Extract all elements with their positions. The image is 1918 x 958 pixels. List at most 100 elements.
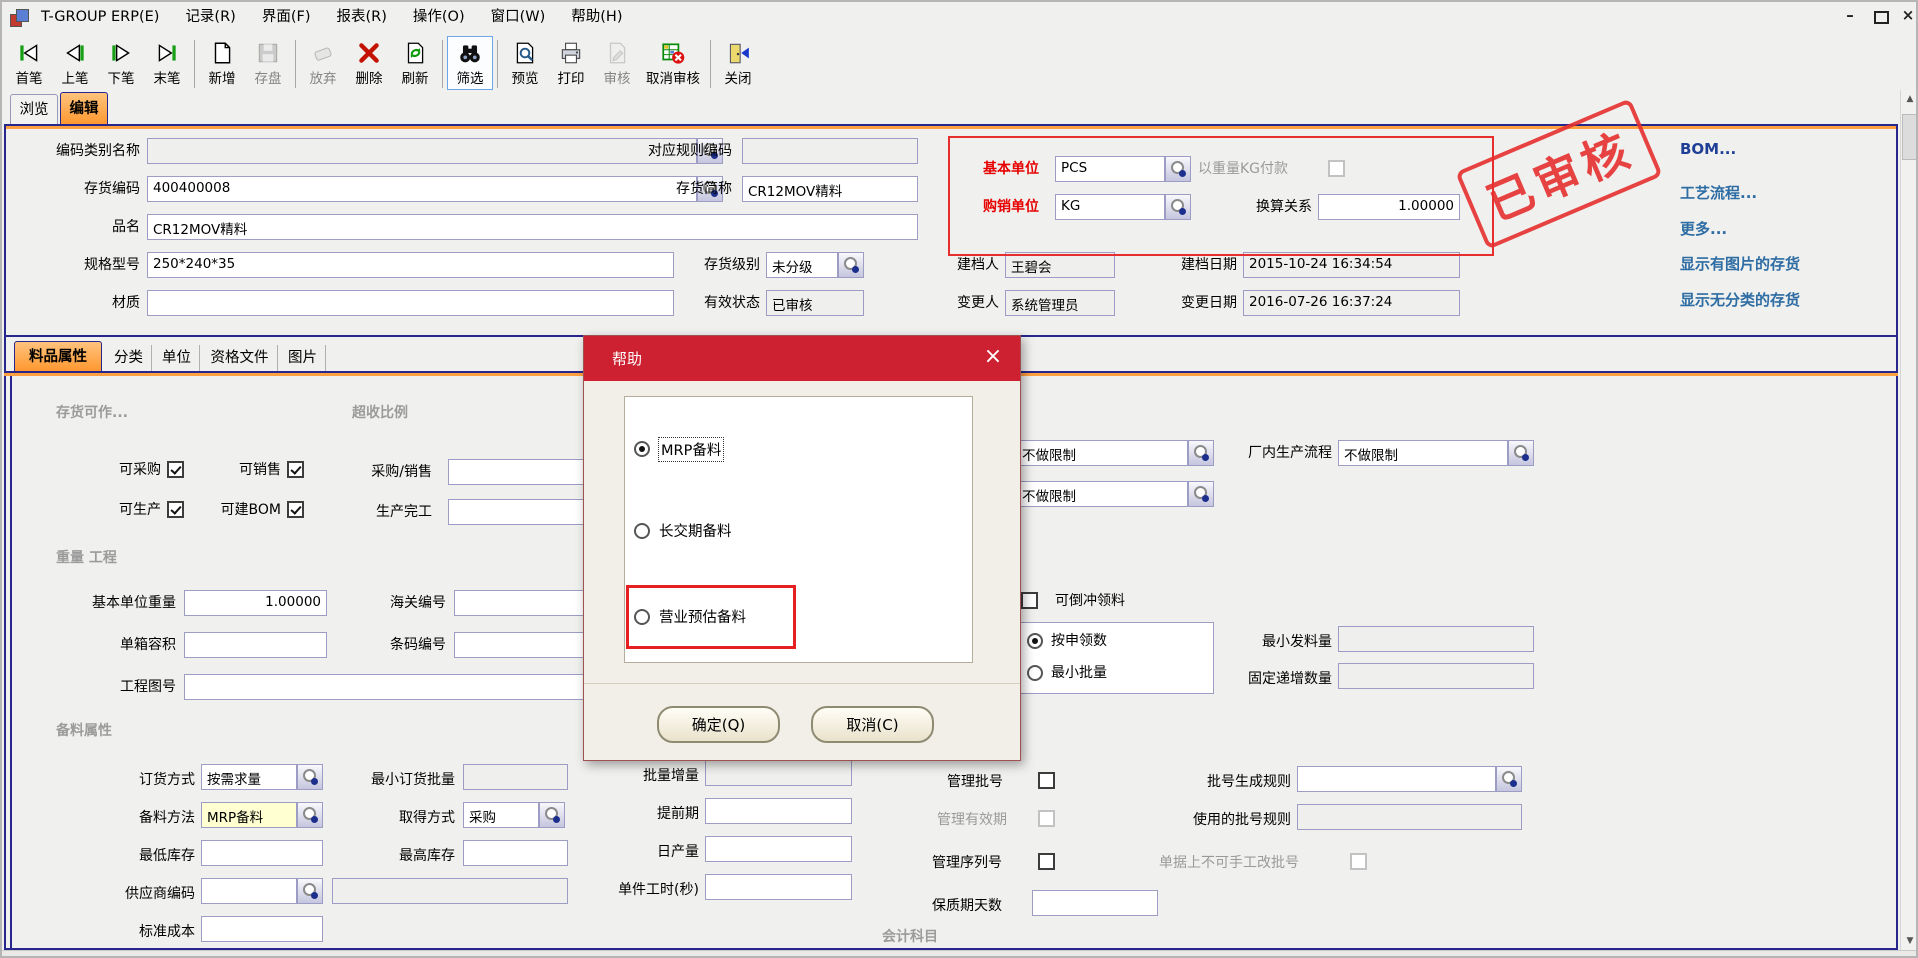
lookup-icon[interactable]	[297, 764, 323, 790]
producible-checkbox[interactable]	[167, 501, 184, 518]
trade-unit-field[interactable]: KG	[1055, 194, 1165, 220]
lookup-icon[interactable]	[1165, 194, 1191, 220]
menu-item-help[interactable]: 帮助(H)	[558, 4, 635, 30]
base-unit-field[interactable]: PCS	[1055, 156, 1165, 182]
level-field[interactable]: 未分级	[766, 252, 838, 278]
spec-field[interactable]: 250*240*35	[147, 252, 674, 278]
backflush-checkbox[interactable]	[1021, 592, 1038, 609]
shelf-life-field[interactable]	[1032, 890, 1158, 916]
rule-code-field[interactable]	[742, 138, 918, 164]
lookup-icon[interactable]	[1508, 440, 1534, 466]
link-more[interactable]: 更多...	[1680, 218, 1727, 239]
base-unit-weight-field[interactable]: 1.00000	[184, 590, 327, 616]
lookup-icon[interactable]	[297, 878, 323, 904]
tab-classification[interactable]: 分类	[106, 345, 152, 371]
tab-item-properties[interactable]: 料品属性	[14, 341, 102, 371]
first-record-button[interactable]: 首笔	[6, 36, 52, 90]
link-process-flow[interactable]: 工艺流程...	[1680, 182, 1757, 203]
filter-button[interactable]: 筛选	[447, 36, 493, 90]
vertical-scrollbar[interactable]: ▲ ▼	[1900, 90, 1918, 950]
ok-button[interactable]: 确定(Q)	[657, 706, 780, 743]
save-button: 存盘	[245, 36, 291, 90]
standard-cost-field[interactable]	[201, 916, 323, 942]
preview-button[interactable]: 预览	[502, 36, 548, 90]
cancel-audit-button[interactable]: 取消审核	[640, 36, 706, 90]
dialog-titlebar[interactable]: 帮助	[584, 336, 1020, 381]
lookup-icon[interactable]	[1496, 766, 1522, 792]
box-volume-field[interactable]	[184, 632, 327, 658]
next-record-button[interactable]: 下笔	[98, 36, 144, 90]
pay-by-kg-label: 以重量KG付款	[1198, 156, 1322, 182]
manage-lot-checkbox[interactable]	[1038, 772, 1055, 789]
tab-units[interactable]: 单位	[154, 345, 200, 371]
vendor-code-field[interactable]	[201, 878, 297, 904]
lookup-icon[interactable]	[1165, 156, 1191, 182]
manage-expiry-label: 管理有效期	[937, 807, 1032, 833]
dialog-close-icon[interactable]: ×	[980, 344, 1006, 369]
cycle-time-field[interactable]	[705, 874, 852, 900]
scroll-thumb[interactable]	[1902, 114, 1917, 160]
limit-field-2[interactable]: 不做限制	[1016, 481, 1188, 507]
cancel-button[interactable]: 取消(C)	[811, 706, 934, 743]
lead-time-field[interactable]	[705, 798, 852, 824]
scroll-down-icon[interactable]: ▼	[1901, 932, 1918, 950]
purchasable-checkbox[interactable]	[167, 461, 184, 478]
min-stock-field[interactable]	[201, 840, 323, 866]
order-mode-field[interactable]: 按需求量	[201, 764, 297, 790]
limit-field-1[interactable]: 不做限制	[1016, 440, 1188, 466]
manage-expiry-checkbox	[1038, 810, 1055, 827]
daily-output-field[interactable]	[705, 836, 852, 862]
conversion-field[interactable]: 1.00000	[1318, 194, 1460, 220]
menu-item-record[interactable]: 记录(R)	[172, 4, 248, 30]
long-lead-radio[interactable]	[634, 523, 650, 539]
min-batch-radio[interactable]	[1027, 665, 1043, 681]
name-field[interactable]: CR12MOV精料	[147, 214, 918, 240]
lookup-icon[interactable]	[297, 802, 323, 828]
close-button[interactable]: 关闭	[715, 36, 761, 90]
lookup-icon[interactable]	[539, 802, 565, 828]
lookup-icon[interactable]	[1188, 481, 1214, 507]
delete-button[interactable]: 删除	[346, 36, 392, 90]
print-button[interactable]: 打印	[548, 36, 594, 90]
conversion-label: 换算关系	[1212, 194, 1312, 220]
fixed-increment-label: 固定递增数量	[1218, 666, 1332, 692]
menu-item-interface[interactable]: 界面(F)	[249, 4, 324, 30]
link-show-with-images[interactable]: 显示有图片的存货	[1680, 253, 1800, 274]
menu-item-report[interactable]: 报表(R)	[323, 4, 399, 30]
scroll-up-icon[interactable]: ▲	[1901, 90, 1918, 108]
barcode-label: 条码编号	[362, 632, 446, 658]
tab-images[interactable]: 图片	[280, 345, 326, 371]
by-request-radio[interactable]	[1027, 633, 1043, 649]
dialog-footer: 确定(Q) 取消(C)	[584, 683, 1020, 761]
material-field[interactable]	[147, 290, 674, 316]
bom-allowed-checkbox[interactable]	[287, 501, 304, 518]
mrp-radio[interactable]	[634, 441, 650, 457]
max-stock-field[interactable]	[463, 840, 568, 866]
tab-edit[interactable]: 编辑	[60, 92, 108, 124]
menu-item-window[interactable]: 窗口(W)	[478, 4, 559, 30]
link-bom[interactable]: BOM...	[1680, 140, 1736, 158]
spec-label: 规格型号	[12, 252, 140, 278]
minimize-button[interactable]: –	[1838, 6, 1862, 24]
factory-flow-field[interactable]: 不做限制	[1338, 440, 1508, 466]
link-show-unclassified[interactable]: 显示无分类的存货	[1680, 289, 1800, 310]
new-button[interactable]: 新增	[199, 36, 245, 90]
stocking-method-field[interactable]: MRP备料	[201, 802, 297, 828]
menu-item-operation[interactable]: 操作(O)	[400, 4, 478, 30]
last-record-button[interactable]: 末笔	[144, 36, 190, 90]
forecast-radio[interactable]	[634, 609, 650, 625]
tab-qualification-files[interactable]: 资格文件	[202, 345, 278, 371]
lot-rule-field[interactable]	[1297, 766, 1496, 792]
manage-serial-checkbox[interactable]	[1038, 853, 1055, 870]
acquire-mode-field[interactable]: 采购	[463, 802, 539, 828]
lookup-icon[interactable]	[838, 252, 864, 278]
refresh-button[interactable]: 刷新	[392, 36, 438, 90]
lookup-icon[interactable]	[1188, 440, 1214, 466]
prev-record-button[interactable]: 上笔	[52, 36, 98, 90]
inv-short-field[interactable]: CR12MOV精料	[742, 176, 918, 202]
menu-item-app[interactable]: T-GROUP ERP(E)	[28, 4, 172, 30]
tab-browse[interactable]: 浏览	[10, 94, 58, 124]
sellable-checkbox[interactable]	[287, 461, 304, 478]
restore-button[interactable]	[1874, 11, 1889, 24]
close-window-button[interactable]: ×	[1896, 6, 1918, 24]
